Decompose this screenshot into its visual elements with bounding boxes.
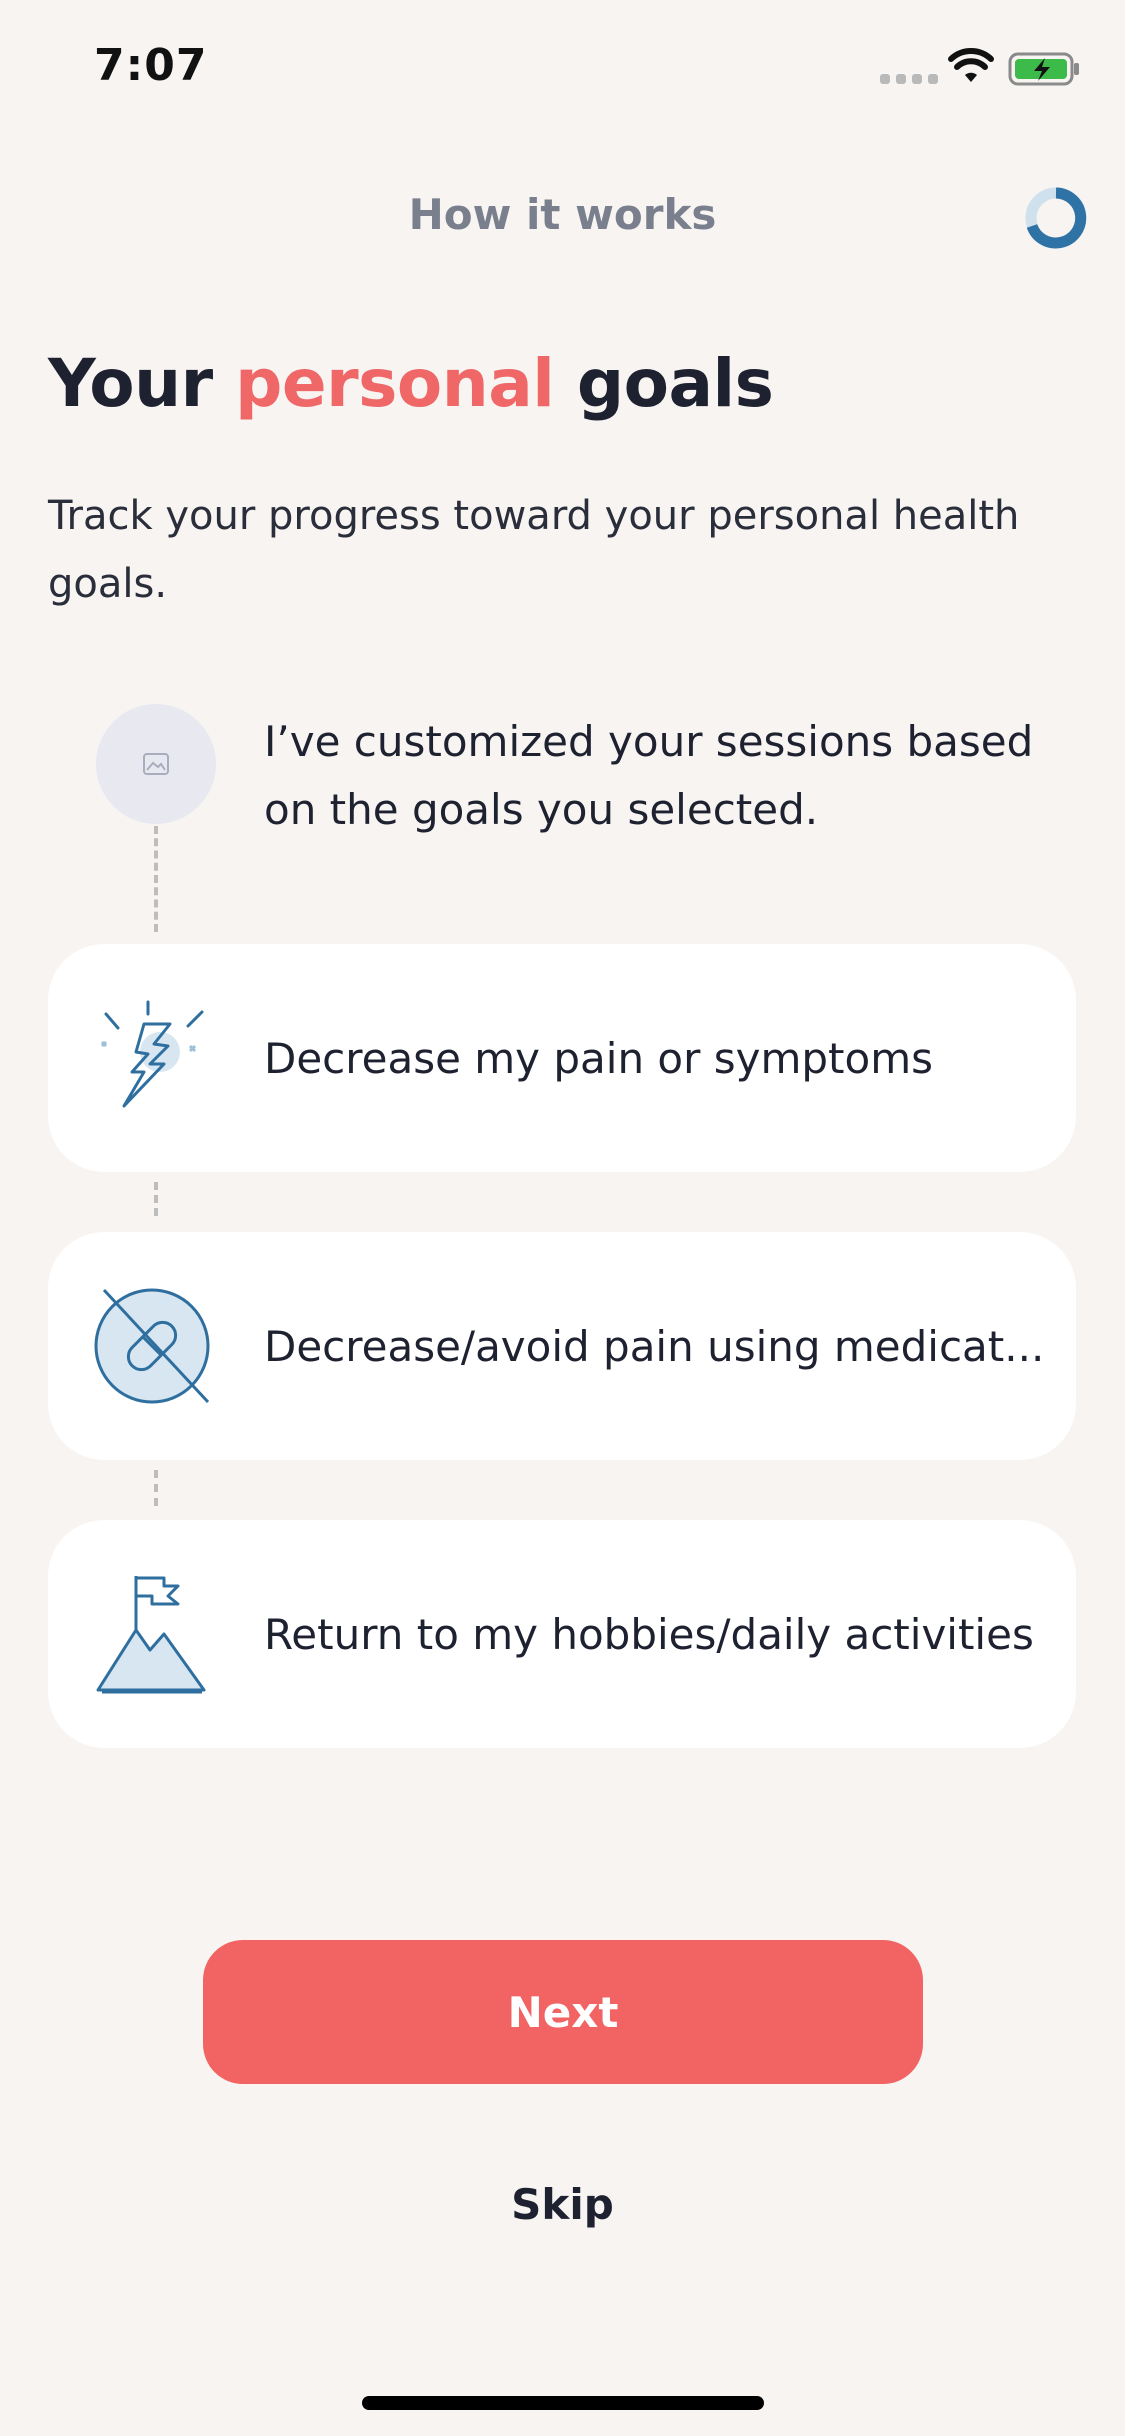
image-placeholder-icon bbox=[143, 753, 169, 775]
home-indicator[interactable] bbox=[362, 2396, 764, 2410]
skip-button[interactable]: Skip bbox=[0, 2180, 1125, 2229]
subtitle: Track your progress toward your personal… bbox=[48, 493, 1020, 607]
status-time: 7:07 bbox=[94, 40, 208, 91]
avatar bbox=[96, 704, 216, 824]
headline: Your personal goals bbox=[48, 345, 774, 422]
mountain-flag-icon bbox=[96, 1576, 206, 1694]
goal-card[interactable]: Decrease/avoid pain using medicat... bbox=[48, 1232, 1076, 1460]
goal-card[interactable]: Return to my hobbies/daily activities bbox=[48, 1520, 1076, 1748]
goal-label: Decrease/avoid pain using medicat... bbox=[264, 1321, 1045, 1371]
next-button[interactable]: Next bbox=[203, 1940, 923, 2084]
lightning-pain-icon bbox=[100, 1000, 204, 1108]
connector-line bbox=[154, 1182, 158, 1216]
goal-label: Return to my hobbies/daily activities bbox=[264, 1609, 1034, 1659]
connector-line bbox=[154, 826, 158, 932]
page-title: How it works bbox=[408, 190, 717, 239]
cellular-signal-icon bbox=[880, 74, 938, 84]
goal-card[interactable]: Decrease my pain or symptoms bbox=[48, 944, 1076, 1172]
progress-ring-icon bbox=[1025, 187, 1087, 249]
battery-charging-icon bbox=[1008, 52, 1079, 86]
headline-accent: personal bbox=[235, 345, 555, 422]
coach-message: I’ve customized your sessions based on t… bbox=[264, 717, 1034, 834]
wifi-icon bbox=[948, 48, 994, 82]
connector-line bbox=[154, 1470, 158, 1506]
goal-label: Decrease my pain or symptoms bbox=[264, 1033, 934, 1083]
headline-part1: Your bbox=[48, 345, 236, 422]
headline-part2: goals bbox=[554, 345, 774, 422]
no-medication-icon bbox=[94, 1288, 210, 1404]
